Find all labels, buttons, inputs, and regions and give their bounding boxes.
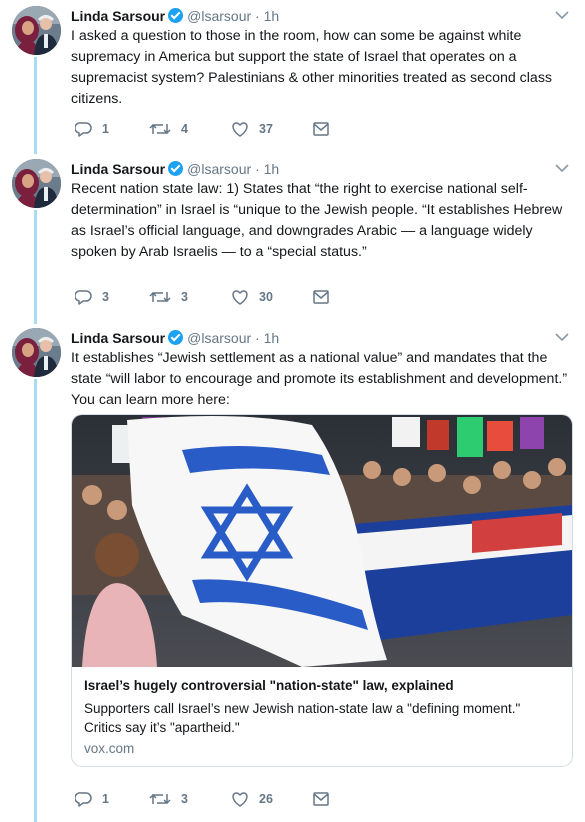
retweet-count: 3 xyxy=(181,290,188,304)
tweet-actions: 1 4 37 xyxy=(71,119,371,139)
card-description: Supporters call Israel’s new Jewish nati… xyxy=(84,701,521,735)
tweet[interactable]: Linda Sarsour @lsarsour · 1h I asked a qu… xyxy=(0,2,585,152)
retweet-count: 3 xyxy=(181,792,188,806)
separator-dot: · xyxy=(255,330,260,346)
like-count: 37 xyxy=(259,122,273,136)
reply-icon xyxy=(75,289,92,306)
avatar[interactable] xyxy=(12,6,61,55)
reply-icon xyxy=(75,791,92,808)
retweet-icon xyxy=(149,791,171,807)
verified-badge-icon xyxy=(168,8,184,23)
chevron-down-icon[interactable] xyxy=(555,10,569,20)
timestamp[interactable]: 1h xyxy=(264,330,280,346)
message-button[interactable] xyxy=(313,287,329,307)
retweet-button[interactable]: 3 xyxy=(149,287,188,307)
tweet-text: I asked a question to those in the room,… xyxy=(71,28,553,107)
tweet-header: Linda Sarsour @lsarsour · 1h xyxy=(71,159,279,179)
card-image xyxy=(72,415,572,667)
like-button[interactable]: 30 xyxy=(231,287,273,307)
message-icon xyxy=(313,290,329,304)
like-icon xyxy=(231,791,249,807)
reply-button[interactable]: 1 xyxy=(75,119,109,139)
reply-icon xyxy=(75,121,92,138)
like-count: 30 xyxy=(259,290,273,304)
verified-badge-icon xyxy=(168,330,184,345)
avatar[interactable] xyxy=(12,159,61,208)
reply-count: 1 xyxy=(102,792,109,806)
like-icon xyxy=(231,121,249,137)
tweet[interactable]: Linda Sarsour @lsarsour · 1h It establish… xyxy=(0,324,585,822)
tweet-header: Linda Sarsour @lsarsour · 1h xyxy=(71,328,279,348)
link-card[interactable]: Israel’s hugely controversial "nation-st… xyxy=(71,414,573,767)
like-button[interactable]: 26 xyxy=(231,789,273,809)
like-button[interactable]: 37 xyxy=(231,119,273,139)
retweet-button[interactable]: 3 xyxy=(149,789,188,809)
retweet-count: 4 xyxy=(181,122,188,136)
author-handle[interactable]: @lsarsour xyxy=(187,161,251,177)
author-handle[interactable]: @lsarsour xyxy=(187,330,251,346)
timestamp[interactable]: 1h xyxy=(264,161,280,177)
tweet-text: Recent nation state law: 1) States that … xyxy=(71,181,563,260)
tweet-actions: 3 3 30 xyxy=(71,287,371,307)
tweet[interactable]: Linda Sarsour @lsarsour · 1h Recent natio… xyxy=(0,155,585,315)
tweet-text: It establishes “Jewish settlement as a n… xyxy=(71,350,568,408)
timestamp[interactable]: 1h xyxy=(264,8,280,24)
chevron-down-icon[interactable] xyxy=(555,163,569,173)
avatar[interactable] xyxy=(12,328,61,377)
verified-badge-icon xyxy=(168,161,184,176)
retweet-icon xyxy=(149,289,171,305)
author-name[interactable]: Linda Sarsour xyxy=(71,330,165,346)
author-name[interactable]: Linda Sarsour xyxy=(71,8,165,24)
message-icon xyxy=(313,792,329,806)
reply-button[interactable]: 3 xyxy=(75,287,109,307)
separator-dot: · xyxy=(255,161,260,177)
like-count: 26 xyxy=(259,792,273,806)
reply-count: 1 xyxy=(102,122,109,136)
author-name[interactable]: Linda Sarsour xyxy=(71,161,165,177)
reply-button[interactable]: 1 xyxy=(75,789,109,809)
reply-count: 3 xyxy=(102,290,109,304)
tweet-actions: 1 3 26 xyxy=(71,789,371,809)
card-domain: vox.com xyxy=(84,741,135,756)
separator-dot: · xyxy=(255,8,260,24)
chevron-down-icon[interactable] xyxy=(555,332,569,342)
card-title: Israel’s hugely controversial "nation-st… xyxy=(84,678,454,693)
like-icon xyxy=(231,289,249,305)
author-handle[interactable]: @lsarsour xyxy=(187,8,251,24)
tweet-header: Linda Sarsour @lsarsour · 1h xyxy=(71,6,279,26)
message-button[interactable] xyxy=(313,789,329,809)
message-icon xyxy=(313,122,329,136)
retweet-icon xyxy=(149,121,171,137)
retweet-button[interactable]: 4 xyxy=(149,119,188,139)
message-button[interactable] xyxy=(313,119,329,139)
